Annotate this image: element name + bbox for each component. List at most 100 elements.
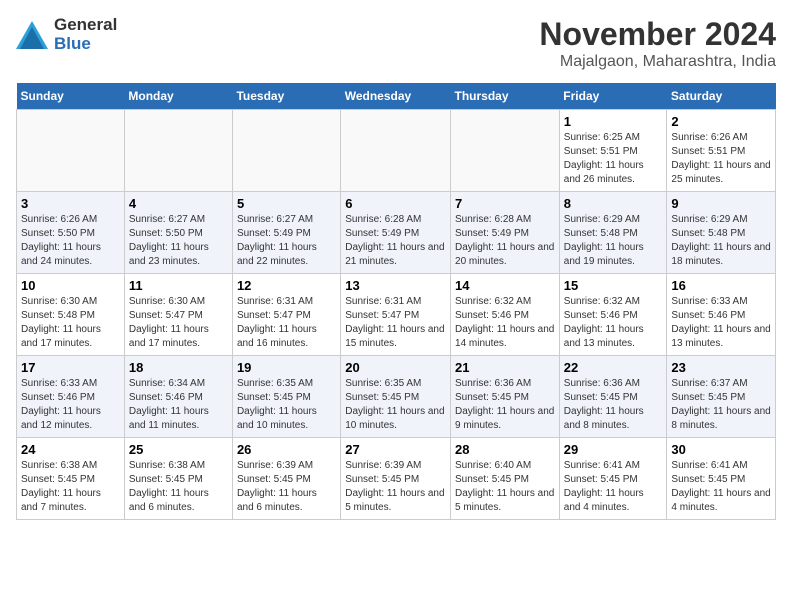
calendar-cell: 25Sunrise: 6:38 AM Sunset: 5:45 PM Dayli… (124, 438, 232, 520)
day-info: Sunrise: 6:29 AM Sunset: 5:48 PM Dayligh… (671, 213, 771, 269)
day-number: 30 (671, 442, 771, 457)
day-info: Sunrise: 6:34 AM Sunset: 5:46 PM Dayligh… (129, 377, 228, 433)
day-number: 27 (345, 442, 446, 457)
day-info: Sunrise: 6:30 AM Sunset: 5:48 PM Dayligh… (21, 295, 120, 351)
calendar-cell: 20Sunrise: 6:35 AM Sunset: 5:45 PM Dayli… (341, 356, 451, 438)
day-info: Sunrise: 6:36 AM Sunset: 5:45 PM Dayligh… (564, 377, 663, 433)
calendar-body: 1 Sunrise: 6:25 AM Sunset: 5:51 PM Daylig… (17, 110, 776, 520)
day-info: Sunrise: 6:26 AM Sunset: 5:50 PM Dayligh… (21, 213, 120, 269)
day-info: Sunrise: 6:27 AM Sunset: 5:49 PM Dayligh… (237, 213, 336, 269)
calendar-cell: 8 Sunrise: 6:29 AM Sunset: 5:48 PM Daylig… (559, 192, 667, 274)
calendar-cell (232, 110, 340, 192)
month-title: November 2024 (539, 16, 776, 53)
day-number: 14 (455, 278, 555, 293)
logo-general: General (54, 16, 117, 35)
day-info: Sunrise: 6:39 AM Sunset: 5:45 PM Dayligh… (237, 459, 336, 515)
header-day-tuesday: Tuesday (232, 83, 340, 110)
day-info: Sunrise: 6:26 AM Sunset: 5:51 PM Dayligh… (671, 131, 771, 187)
calendar-table: SundayMondayTuesdayWednesdayThursdayFrid… (16, 83, 776, 520)
calendar-cell (124, 110, 232, 192)
location-title: Majalgaon, Maharashtra, India (539, 53, 776, 71)
day-info: Sunrise: 6:30 AM Sunset: 5:47 PM Dayligh… (129, 295, 228, 351)
calendar-cell: 29 Sunrise: 6:41 AM Sunset: 5:45 PM Dayli… (559, 438, 667, 520)
calendar-cell: 6Sunrise: 6:28 AM Sunset: 5:49 PM Daylig… (341, 192, 451, 274)
calendar-cell: 13 Sunrise: 6:31 AM Sunset: 5:47 PM Dayli… (341, 274, 451, 356)
calendar-cell: 22 Sunrise: 6:36 AM Sunset: 5:45 PM Dayli… (559, 356, 667, 438)
day-number: 23 (671, 360, 771, 375)
calendar-cell: 5 Sunrise: 6:27 AM Sunset: 5:49 PM Daylig… (232, 192, 340, 274)
header-day-saturday: Saturday (667, 83, 776, 110)
header-day-thursday: Thursday (451, 83, 560, 110)
calendar-cell: 26 Sunrise: 6:39 AM Sunset: 5:45 PM Dayli… (232, 438, 340, 520)
day-info: Sunrise: 6:38 AM Sunset: 5:45 PM Dayligh… (21, 459, 120, 515)
day-info: Sunrise: 6:31 AM Sunset: 5:47 PM Dayligh… (345, 295, 446, 351)
week-row-3: 10Sunrise: 6:30 AM Sunset: 5:48 PM Dayli… (17, 274, 776, 356)
calendar-cell: 10Sunrise: 6:30 AM Sunset: 5:48 PM Dayli… (17, 274, 125, 356)
calendar-cell: 15 Sunrise: 6:32 AM Sunset: 5:46 PM Dayli… (559, 274, 667, 356)
calendar-cell (17, 110, 125, 192)
page-header: General Blue November 2024 Majalgaon, Ma… (16, 16, 776, 71)
day-number: 13 (345, 278, 446, 293)
day-number: 19 (237, 360, 336, 375)
calendar-cell (341, 110, 451, 192)
day-info: Sunrise: 6:25 AM Sunset: 5:51 PM Dayligh… (564, 131, 663, 187)
day-info: Sunrise: 6:41 AM Sunset: 5:45 PM Dayligh… (564, 459, 663, 515)
day-number: 3 (21, 196, 120, 211)
day-number: 28 (455, 442, 555, 457)
calendar-cell: 9 Sunrise: 6:29 AM Sunset: 5:48 PM Daylig… (667, 192, 776, 274)
day-info: Sunrise: 6:32 AM Sunset: 5:46 PM Dayligh… (564, 295, 663, 351)
day-info: Sunrise: 6:33 AM Sunset: 5:46 PM Dayligh… (671, 295, 771, 351)
calendar-cell: 1 Sunrise: 6:25 AM Sunset: 5:51 PM Daylig… (559, 110, 667, 192)
day-info: Sunrise: 6:29 AM Sunset: 5:48 PM Dayligh… (564, 213, 663, 269)
calendar-cell: 27 Sunrise: 6:39 AM Sunset: 5:45 PM Dayli… (341, 438, 451, 520)
day-info: Sunrise: 6:39 AM Sunset: 5:45 PM Dayligh… (345, 459, 446, 515)
day-number: 18 (129, 360, 228, 375)
logo-icon (16, 21, 48, 49)
calendar-cell: 4 Sunrise: 6:27 AM Sunset: 5:50 PM Daylig… (124, 192, 232, 274)
day-number: 24 (21, 442, 120, 457)
day-number: 16 (671, 278, 771, 293)
day-info: Sunrise: 6:40 AM Sunset: 5:45 PM Dayligh… (455, 459, 555, 515)
calendar-cell: 24 Sunrise: 6:38 AM Sunset: 5:45 PM Dayli… (17, 438, 125, 520)
calendar-cell: 28 Sunrise: 6:40 AM Sunset: 5:45 PM Dayli… (451, 438, 560, 520)
day-number: 5 (237, 196, 336, 211)
calendar-cell: 2 Sunrise: 6:26 AM Sunset: 5:51 PM Daylig… (667, 110, 776, 192)
day-info: Sunrise: 6:32 AM Sunset: 5:46 PM Dayligh… (455, 295, 555, 351)
calendar-cell (451, 110, 560, 192)
title-section: November 2024 Majalgaon, Maharashtra, In… (539, 16, 776, 71)
day-number: 1 (564, 114, 663, 129)
calendar-cell: 21Sunrise: 6:36 AM Sunset: 5:45 PM Dayli… (451, 356, 560, 438)
week-row-1: 1 Sunrise: 6:25 AM Sunset: 5:51 PM Daylig… (17, 110, 776, 192)
day-number: 25 (129, 442, 228, 457)
header-day-friday: Friday (559, 83, 667, 110)
day-info: Sunrise: 6:37 AM Sunset: 5:45 PM Dayligh… (671, 377, 771, 433)
week-row-4: 17 Sunrise: 6:33 AM Sunset: 5:46 PM Dayli… (17, 356, 776, 438)
day-number: 4 (129, 196, 228, 211)
day-number: 15 (564, 278, 663, 293)
day-number: 2 (671, 114, 771, 129)
day-info: Sunrise: 6:33 AM Sunset: 5:46 PM Dayligh… (21, 377, 120, 433)
calendar-cell: 23 Sunrise: 6:37 AM Sunset: 5:45 PM Dayli… (667, 356, 776, 438)
day-info: Sunrise: 6:27 AM Sunset: 5:50 PM Dayligh… (129, 213, 228, 269)
day-number: 11 (129, 278, 228, 293)
calendar-cell: 11 Sunrise: 6:30 AM Sunset: 5:47 PM Dayli… (124, 274, 232, 356)
day-number: 22 (564, 360, 663, 375)
header-day-monday: Monday (124, 83, 232, 110)
calendar-cell: 19 Sunrise: 6:35 AM Sunset: 5:45 PM Dayli… (232, 356, 340, 438)
day-number: 9 (671, 196, 771, 211)
day-info: Sunrise: 6:28 AM Sunset: 5:49 PM Dayligh… (455, 213, 555, 269)
day-info: Sunrise: 6:35 AM Sunset: 5:45 PM Dayligh… (345, 377, 446, 433)
header-day-sunday: Sunday (17, 83, 125, 110)
day-number: 29 (564, 442, 663, 457)
day-info: Sunrise: 6:31 AM Sunset: 5:47 PM Dayligh… (237, 295, 336, 351)
logo-blue: Blue (54, 35, 117, 54)
day-number: 26 (237, 442, 336, 457)
day-number: 12 (237, 278, 336, 293)
header-day-wednesday: Wednesday (341, 83, 451, 110)
calendar-header: SundayMondayTuesdayWednesdayThursdayFrid… (17, 83, 776, 110)
day-number: 8 (564, 196, 663, 211)
day-number: 21 (455, 360, 555, 375)
day-info: Sunrise: 6:35 AM Sunset: 5:45 PM Dayligh… (237, 377, 336, 433)
day-number: 17 (21, 360, 120, 375)
calendar-cell: 30Sunrise: 6:41 AM Sunset: 5:45 PM Dayli… (667, 438, 776, 520)
